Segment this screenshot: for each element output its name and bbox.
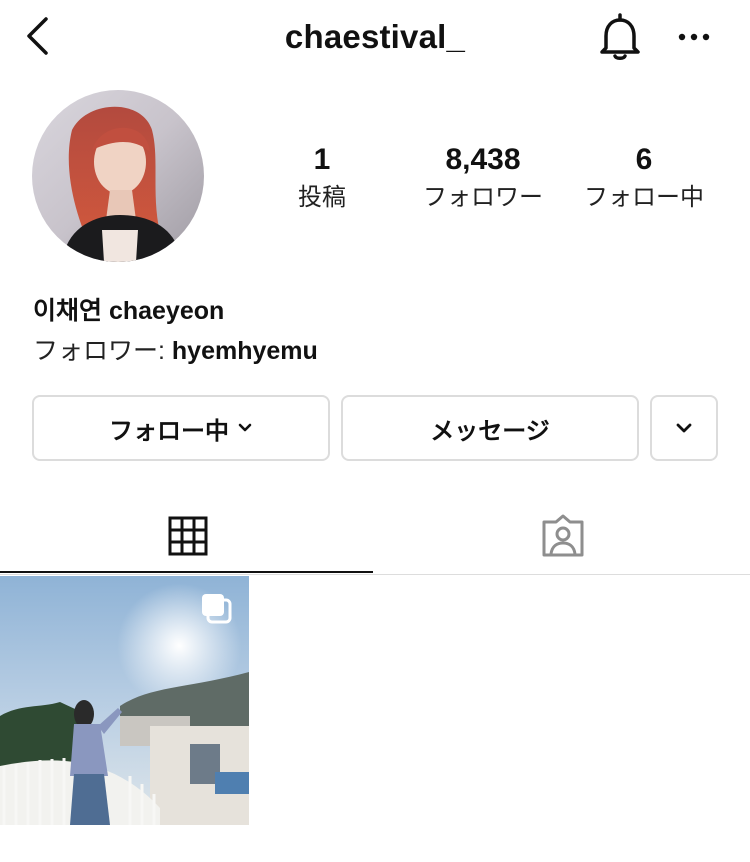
tab-divider xyxy=(0,574,750,575)
display-name: 이채연 chaeyeon xyxy=(33,297,225,325)
top-bar: chaestival_ xyxy=(0,0,750,80)
message-button[interactable]: メッセージ xyxy=(341,395,639,461)
followers-count: 8,438 xyxy=(445,143,521,176)
active-tab-indicator xyxy=(0,571,373,573)
followed-by-prefix: フォロワー: xyxy=(33,337,172,365)
followed-by-user[interactable]: hyemhyemu xyxy=(172,337,318,365)
post-thumbnail[interactable] xyxy=(0,576,249,825)
posts-count: 1 xyxy=(313,143,331,176)
followers-label: フォロワー xyxy=(423,184,543,211)
carousel-icon xyxy=(202,594,232,624)
avatar[interactable] xyxy=(32,90,204,262)
bell-icon[interactable] xyxy=(596,12,644,62)
following-button-label: フォロー中 xyxy=(109,417,229,445)
avatar-image xyxy=(32,90,204,262)
message-button-label: メッセージ xyxy=(430,417,550,445)
tagged-person-icon xyxy=(542,514,583,557)
suggested-accounts-button[interactable] xyxy=(650,395,718,461)
tab-grid[interactable] xyxy=(0,500,375,572)
stat-following[interactable]: 6 フォロー中 xyxy=(574,140,714,216)
chevron-down-icon xyxy=(238,423,252,432)
following-count: 6 xyxy=(635,143,653,176)
following-label: フォロー中 xyxy=(584,184,704,211)
chevron-down-icon xyxy=(676,423,692,433)
stat-followers[interactable]: 8,438 フォロワー xyxy=(410,140,556,216)
posts-label: 投稿 xyxy=(298,184,346,211)
tab-tagged[interactable] xyxy=(375,500,750,572)
followed-by: フォロワー: hyemhyemu xyxy=(33,331,318,367)
following-button[interactable]: フォロー中 xyxy=(32,395,330,461)
more-horizontal-icon[interactable] xyxy=(674,22,714,52)
grid-icon xyxy=(168,516,207,556)
stat-posts: 1 投稿 xyxy=(270,140,374,216)
